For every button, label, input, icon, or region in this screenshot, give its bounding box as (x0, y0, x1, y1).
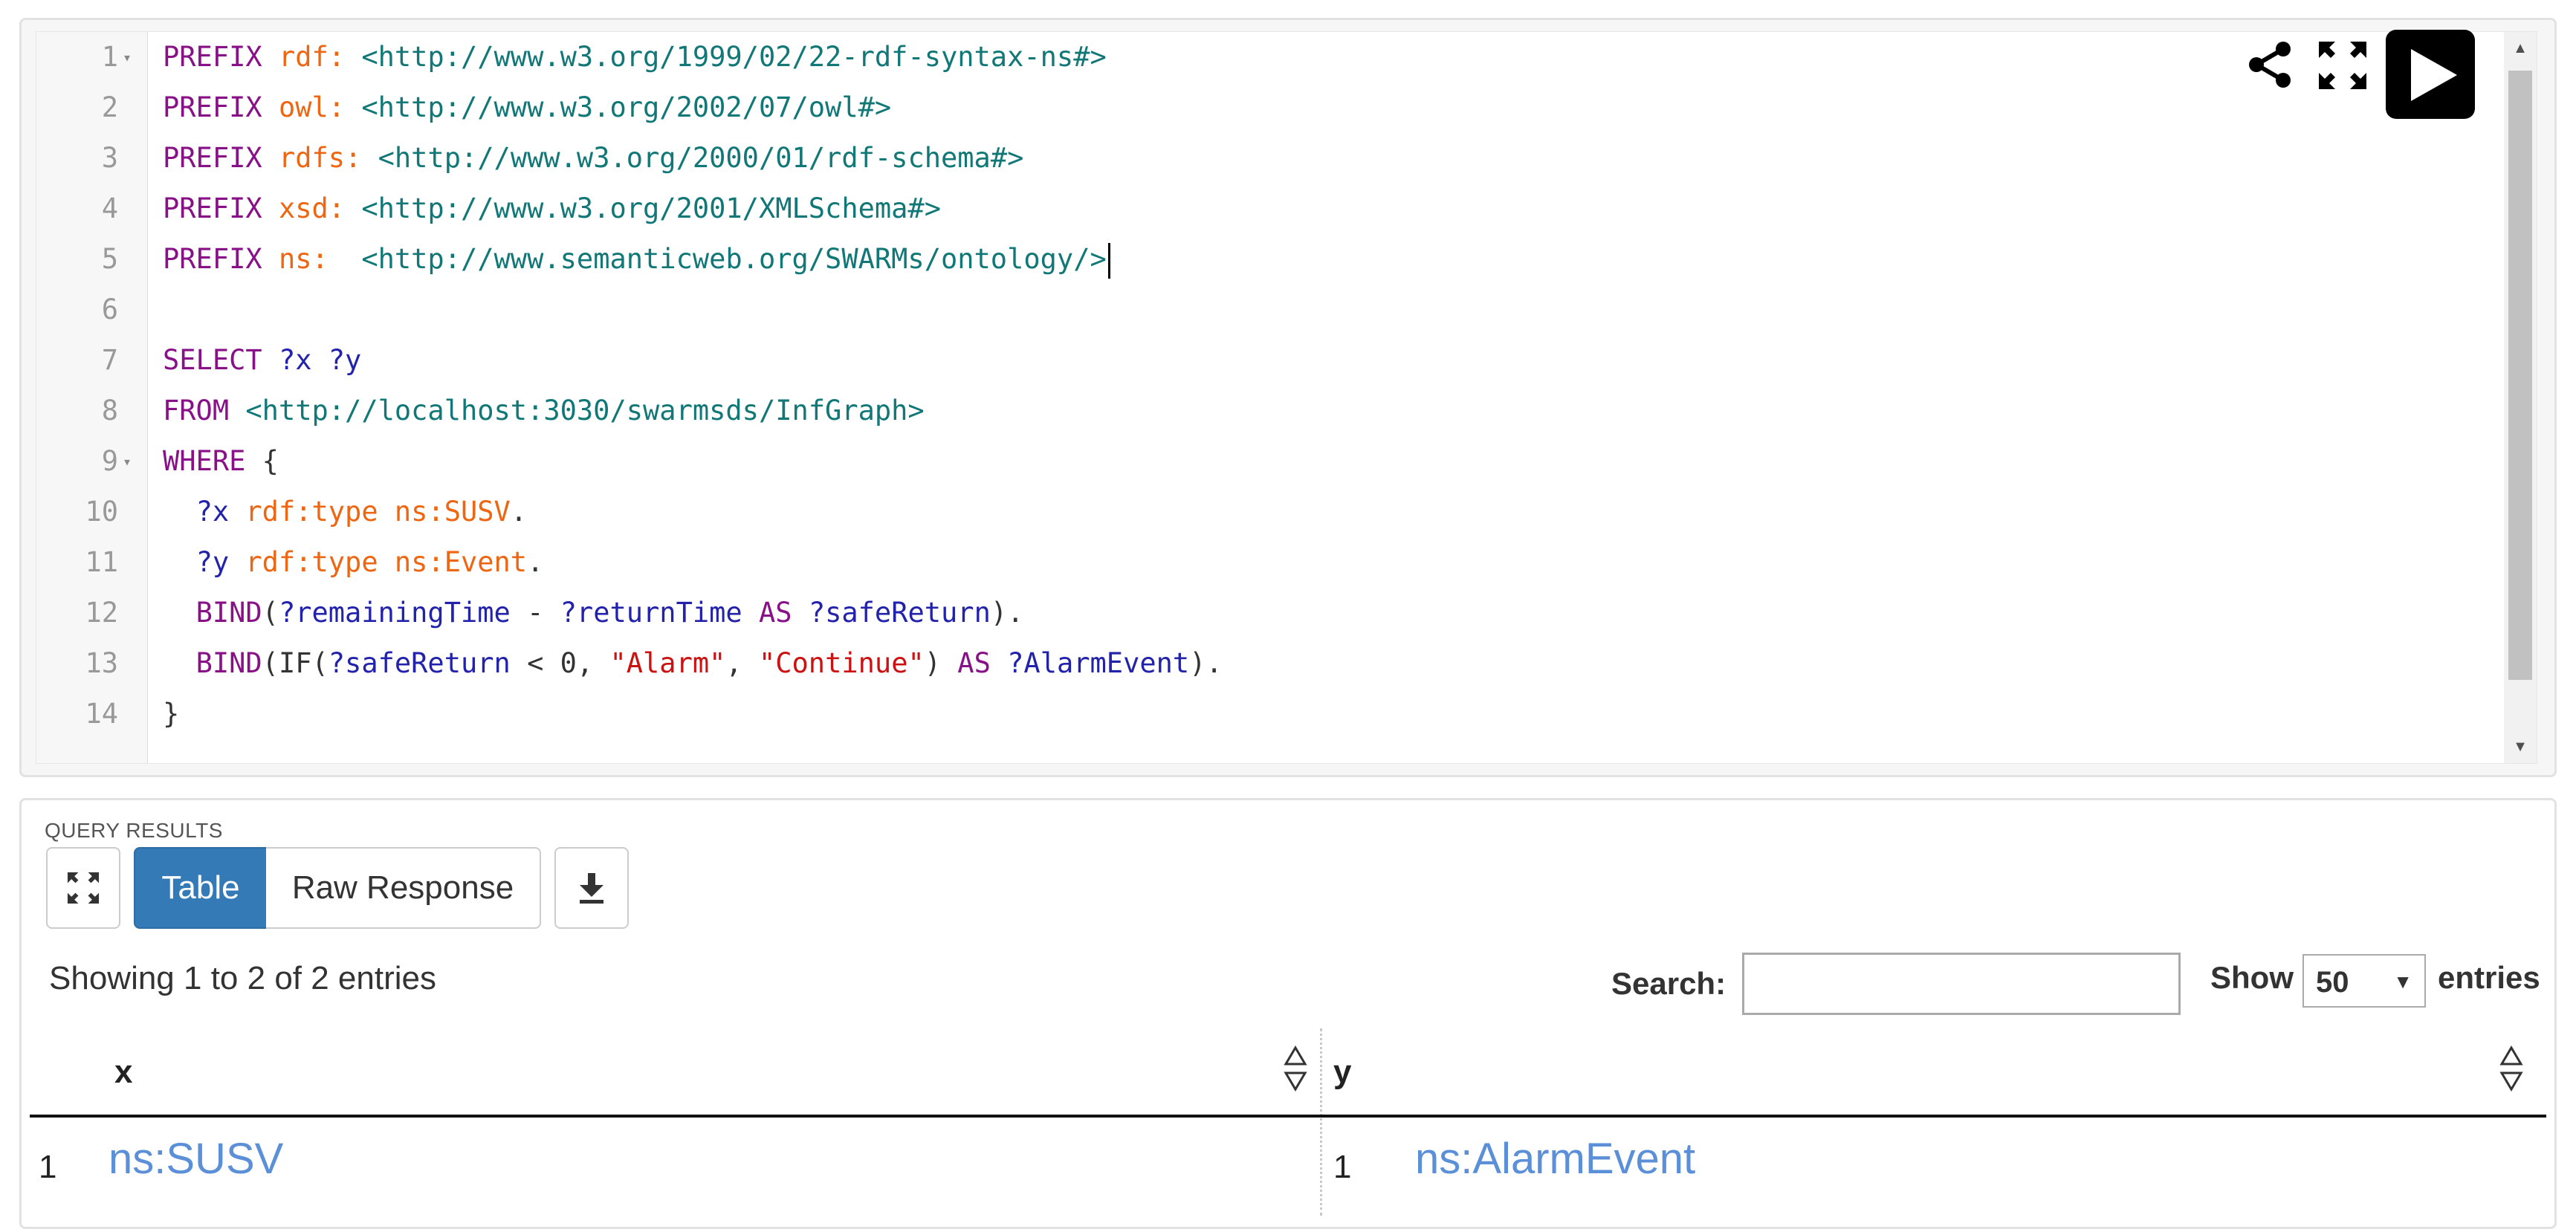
code-line[interactable]: 3 PREFIX rdfs: <http://www.w3.org/2000/01… (36, 133, 2489, 184)
code-text: PREFIX xsd: <http://www.w3.org/2001/XMLS… (163, 192, 941, 224)
code-text: } (163, 698, 180, 730)
code-text: ?y rdf:type ns:Event. (195, 546, 544, 578)
line-number: 4 (101, 192, 118, 224)
code-text: PREFIX rdfs: <http://www.w3.org/2000/01/… (163, 142, 1024, 174)
results-title: QUERY RESULTS (45, 819, 223, 842)
show-label: Show (2210, 960, 2294, 995)
line-number: 2 (101, 91, 118, 123)
code-text: SELECT ?x ?y (163, 344, 362, 376)
editor-scrollbar[interactable]: ▲ ▼ (2504, 32, 2537, 763)
code-line[interactable]: 14} (36, 689, 2489, 739)
code-line[interactable]: 10 ?x rdf:type ns:SUSV. (36, 487, 2489, 537)
row-number: 1 (1333, 1149, 1352, 1185)
code-line[interactable]: 8 FROM <http://localhost:3030/swarmsds/In… (36, 386, 2489, 436)
table-header-rule (30, 1115, 2546, 1118)
search-input[interactable] (1742, 953, 2181, 1015)
code-line[interactable]: 2 PREFIX owl: <http://www.w3.org/2002/07/… (36, 82, 2489, 133)
search-label: Search: (1611, 966, 1726, 1001)
page-size-select[interactable]: 50 ▼ (2302, 954, 2426, 1008)
fullscreen-icon[interactable] (2314, 37, 2371, 94)
line-number: 14 (85, 698, 118, 730)
line-number: 9 (101, 445, 118, 477)
page-size-value: 50 (2316, 966, 2349, 999)
text-cursor (1107, 242, 1110, 279)
code-text: BIND(?remainingTime - ?returnTime AS ?sa… (195, 597, 1024, 629)
line-number: 6 (101, 294, 118, 325)
code-line[interactable]: 13 BIND(IF(?safeReturn < 0, "Alarm", "Co… (36, 638, 2489, 689)
line-number: 1 (101, 41, 118, 73)
code-editor[interactable]: 1 ▾ PREFIX rdf: <http://www.w3.org/1999/02… (36, 31, 2537, 764)
code-line[interactable]: 5 PREFIX ns: <http://www.semanticweb.org/… (36, 234, 2489, 285)
code-text: WHERE { (163, 445, 279, 477)
code-text: PREFIX owl: <http://www.w3.org/2002/07/o… (163, 91, 892, 123)
code-text: FROM <http://localhost:3030/swarmsds/Inf… (163, 395, 925, 427)
line-number: 11 (85, 546, 118, 578)
entries-info: Showing 1 to 2 of 2 entries (49, 960, 436, 996)
result-link-x[interactable]: ns:SUSV (109, 1134, 283, 1184)
code-line[interactable]: 1 ▾ PREFIX rdf: <http://www.w3.org/1999/02… (36, 32, 2489, 82)
line-number: 10 (85, 496, 118, 528)
entries-label: entries (2438, 960, 2540, 995)
code-line[interactable]: 11 ?y rdf:type ns:Event. (36, 537, 2489, 588)
line-number: 12 (85, 597, 118, 629)
code-line[interactable]: 4 PREFIX xsd: <http://www.w3.org/2001/XML… (36, 184, 2489, 234)
code-line[interactable]: 9 ▾ WHERE { (36, 436, 2489, 487)
line-number: 7 (101, 344, 118, 376)
fold-arrow-icon[interactable]: ▾ (123, 32, 145, 82)
row-number: 1 (39, 1149, 57, 1185)
fullscreen-icon (67, 872, 100, 904)
column-header-x[interactable]: x (114, 1054, 132, 1091)
code-text: ?x rdf:type ns:SUSV. (195, 496, 528, 528)
tab-raw-response[interactable]: Raw Response (266, 847, 541, 929)
column-divider (1320, 1028, 1322, 1216)
tab-table[interactable]: Table (134, 847, 268, 929)
line-number: 13 (85, 647, 118, 679)
sort-icon[interactable] (1283, 1045, 1308, 1092)
scroll-up-arrow-icon[interactable]: ▲ (2504, 32, 2537, 65)
code-line[interactable]: 7 SELECT ?x ?y (36, 335, 2489, 386)
column-header-y[interactable]: y (1333, 1054, 1351, 1091)
play-icon (2411, 49, 2457, 101)
fold-arrow-icon[interactable]: ▾ (123, 436, 145, 487)
result-link-y[interactable]: ns:AlarmEvent (1415, 1134, 1695, 1184)
chevron-down-icon: ▼ (2393, 970, 2412, 993)
line-number: 3 (101, 142, 118, 174)
download-icon (580, 873, 603, 904)
code-line[interactable]: 12 BIND(?remainingTime - ?returnTime AS … (36, 588, 2489, 638)
share-icon[interactable] (2245, 39, 2297, 91)
download-button[interactable] (554, 847, 629, 929)
line-number: 5 (101, 243, 118, 275)
code-text: PREFIX rdf: <http://www.w3.org/1999/02/2… (163, 41, 1107, 73)
code-text: BIND(IF(?safeReturn < 0, "Alarm", "Conti… (195, 647, 1223, 679)
code-line[interactable]: 6 (36, 285, 2489, 335)
code-text: PREFIX ns: <http://www.semanticweb.org/S… (163, 234, 1110, 285)
line-number: 8 (101, 395, 118, 427)
expand-results-button[interactable] (46, 847, 120, 929)
run-query-button[interactable] (2386, 30, 2475, 119)
scroll-thumb[interactable] (2508, 71, 2532, 680)
scroll-down-arrow-icon[interactable]: ▼ (2504, 730, 2537, 763)
sort-icon[interactable] (2499, 1045, 2524, 1092)
